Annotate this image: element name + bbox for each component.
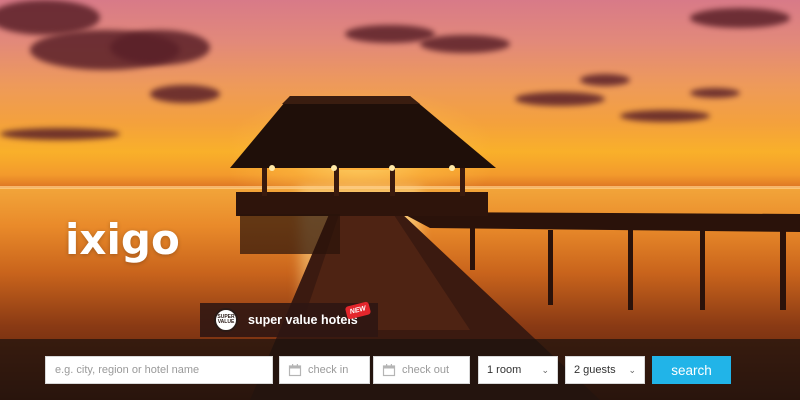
search-button[interactable]: search (652, 356, 731, 384)
check-in-date-field[interactable]: check in (279, 356, 370, 384)
promo-label: super value hotels (248, 313, 358, 327)
location-search-input[interactable]: e.g. city, region or hotel name (45, 356, 273, 384)
check-out-date-field[interactable]: check out (373, 356, 470, 384)
ixigo-logo[interactable]: ixigo (65, 215, 180, 264)
check-in-placeholder: check in (308, 364, 349, 376)
chevron-down-icon: ⌄ (541, 364, 549, 375)
chevron-down-icon: ⌄ (628, 364, 636, 375)
location-placeholder: e.g. city, region or hotel name (55, 364, 200, 376)
calendar-icon (382, 364, 396, 377)
guests-select[interactable]: 2 guests ⌄ (565, 356, 645, 384)
roof-ridge (282, 96, 420, 104)
calendar-icon (288, 364, 302, 377)
guests-value: 2 guests (574, 364, 616, 376)
rooms-select[interactable]: 1 room ⌄ (478, 356, 558, 384)
badge-text: SUPER VALUE (217, 314, 235, 325)
rooms-value: 1 room (487, 364, 522, 376)
hut-deck (236, 192, 488, 216)
thatched-roof (230, 96, 496, 168)
deck-shadow (240, 214, 340, 254)
hut-posts (262, 166, 465, 196)
walkway-posts (470, 228, 786, 310)
check-out-placeholder: check out (402, 364, 450, 376)
super-value-badge-icon: SUPER VALUE (214, 308, 238, 332)
